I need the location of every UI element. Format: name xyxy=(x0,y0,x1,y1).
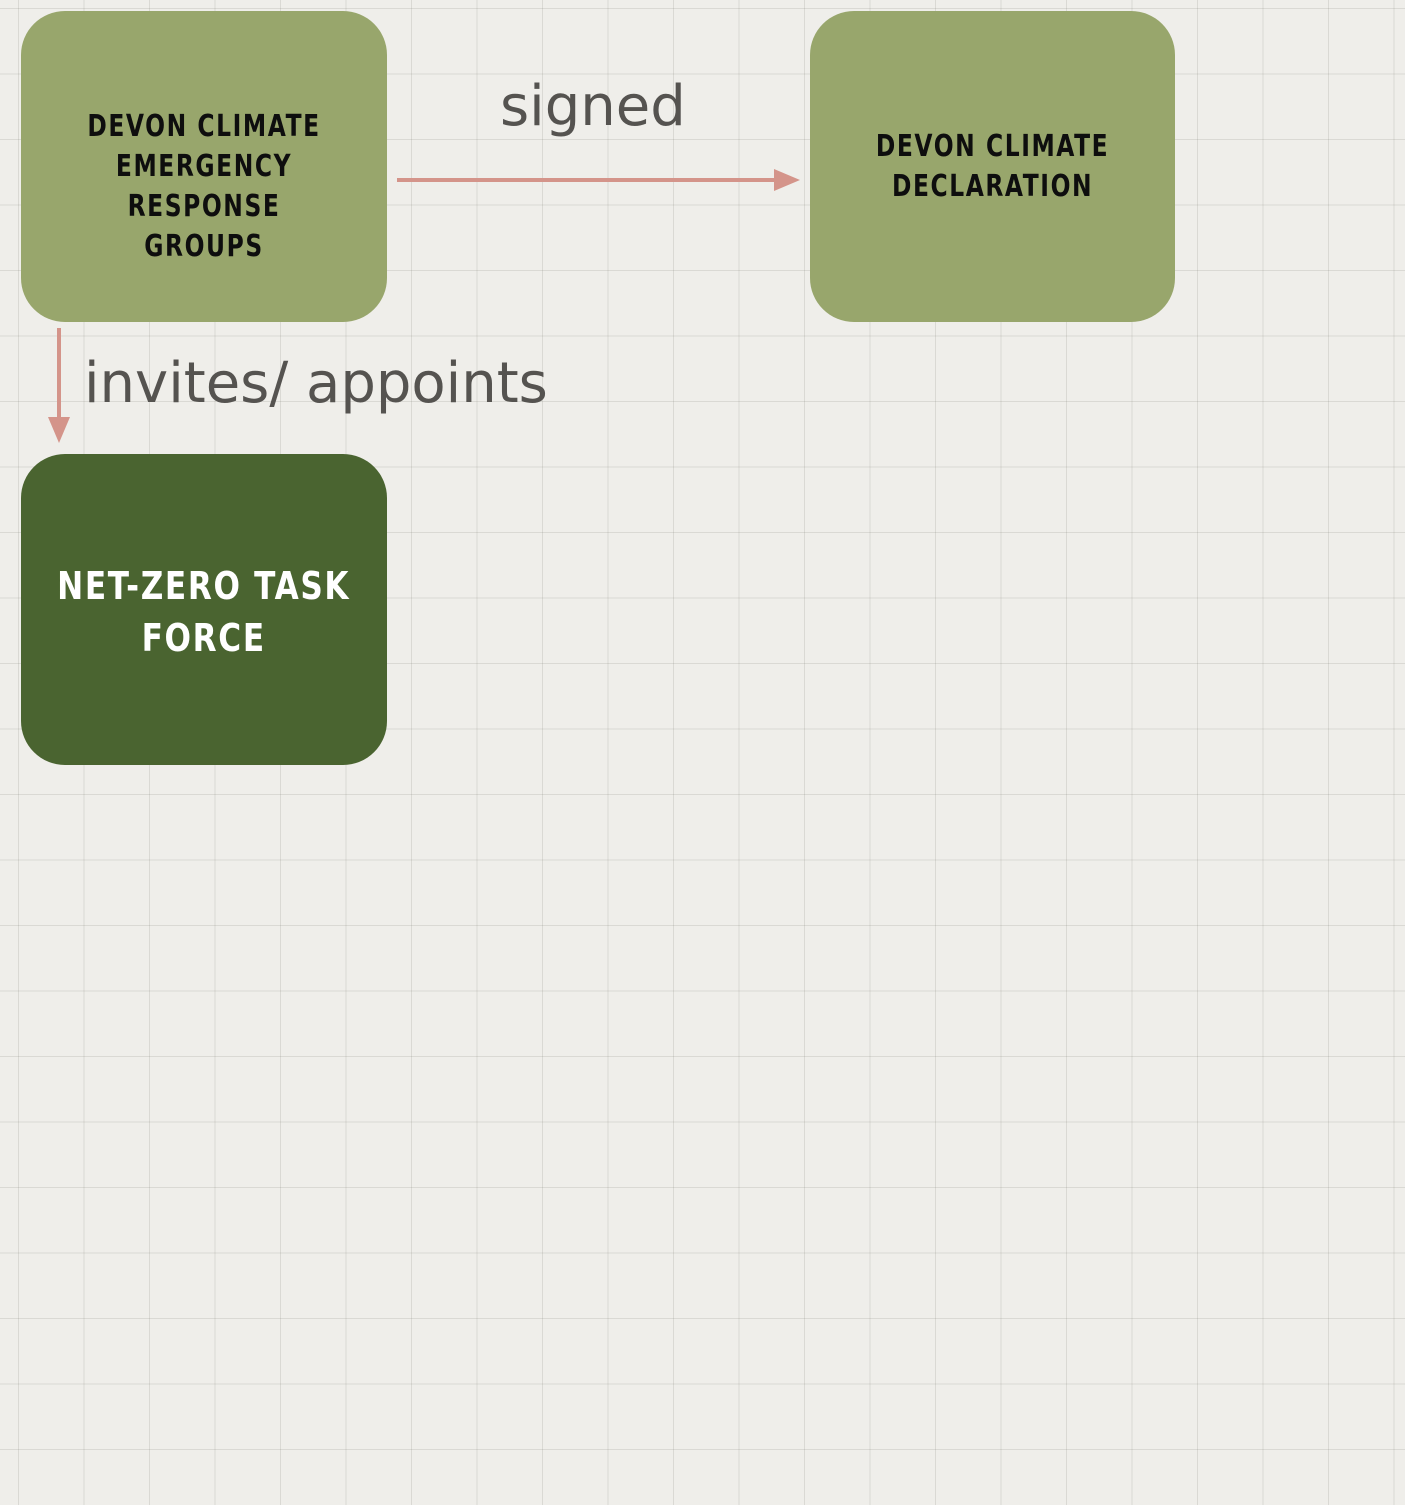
node-devon-climate-emergency-response-groups: DEVON CLIMATE EMERGENCY RESPONSE GROUPS xyxy=(21,11,387,322)
arrow-signed xyxy=(397,169,800,191)
edge-label-invites-appoints: invites/ appoints xyxy=(84,351,548,416)
diagram-canvas: DEVON CLIMATE EMERGENCY RESPONSE GROUPS … xyxy=(0,0,1405,1505)
arrow-signed-head xyxy=(774,169,800,191)
node-label-response-groups: DEVON CLIMATE EMERGENCY RESPONSE GROUPS xyxy=(87,109,321,264)
arrow-invites xyxy=(48,328,70,443)
node-devon-climate-declaration: DEVON CLIMATE DECLARATION xyxy=(810,11,1175,322)
node-label-declaration: DEVON CLIMATE DECLARATION xyxy=(875,129,1110,204)
edge-label-signed: signed xyxy=(500,74,686,139)
node-label-task-force: NET-ZERO TASK FORCE xyxy=(57,564,351,660)
arrow-invites-head xyxy=(48,417,70,443)
node-net-zero-task-force: NET-ZERO TASK FORCE xyxy=(21,454,387,765)
